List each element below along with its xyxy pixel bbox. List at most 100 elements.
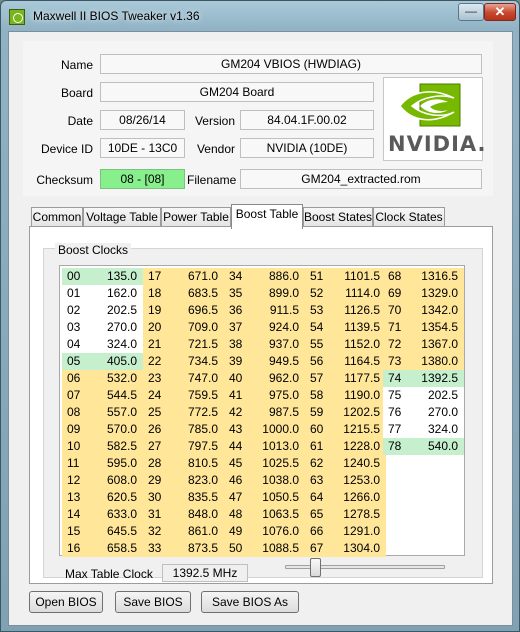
save-bios-as-button[interactable]: Save BIOS As (201, 591, 299, 613)
tab-boost-table[interactable]: Boost Table (231, 204, 303, 229)
boost-clock-value-cell[interactable]: 810.5 (170, 455, 224, 472)
boost-clock-value-cell[interactable]: 270.0 (410, 404, 464, 421)
boost-clock-value-cell[interactable]: 1139.5 (332, 319, 386, 336)
boost-clock-value-cell[interactable]: 924.0 (251, 319, 305, 336)
boost-clock-value-cell[interactable]: 886.0 (251, 268, 305, 285)
boost-clock-value-cell[interactable]: 671.0 (170, 268, 224, 285)
boost-index-cell: 39 (224, 353, 251, 370)
boost-clock-value-cell[interactable]: 683.5 (170, 285, 224, 302)
boost-clock-value-cell[interactable]: 772.5 (170, 404, 224, 421)
boost-clock-value-cell[interactable]: 582.5 (89, 438, 143, 455)
boost-index-cell: 24 (143, 387, 170, 404)
boost-clock-value-cell[interactable]: 975.0 (251, 387, 305, 404)
boost-clock-value-cell[interactable]: 848.0 (170, 506, 224, 523)
save-bios-button[interactable]: Save BIOS (115, 591, 191, 613)
boost-clock-value-cell[interactable]: 1101.5 (332, 268, 386, 285)
boost-clock-value-cell[interactable]: 595.0 (89, 455, 143, 472)
boost-clock-value-cell[interactable]: 1013.0 (251, 438, 305, 455)
boost-clock-value-cell[interactable]: 734.5 (170, 353, 224, 370)
boost-clock-value-cell[interactable]: 202.5 (410, 387, 464, 404)
boost-clock-value-cell[interactable]: 270.0 (89, 319, 143, 336)
minimize-button[interactable]: — (458, 3, 484, 21)
boost-clock-value-cell[interactable]: 962.0 (251, 370, 305, 387)
boost-clock-value-cell[interactable]: 1253.0 (332, 472, 386, 489)
boost-clock-value-cell[interactable]: 785.0 (170, 421, 224, 438)
boost-clock-value-cell[interactable]: 1177.5 (332, 370, 386, 387)
boost-clock-value-cell[interactable]: 873.5 (170, 540, 224, 557)
boost-clock-value-cell[interactable]: 1215.5 (332, 421, 386, 438)
boost-clock-grid[interactable]: 00 135.0 01 162.0 02 202.5 03 270.0 04 324.0 05 405… (59, 265, 465, 557)
boost-clock-value-cell[interactable]: 1164.5 (332, 353, 386, 370)
boost-clock-value-cell[interactable]: 1304.0 (332, 540, 386, 557)
boost-clock-value-cell[interactable]: 1038.0 (251, 472, 305, 489)
boost-clock-value-cell[interactable]: 1050.5 (251, 489, 305, 506)
boost-clock-value-cell[interactable]: 1240.5 (332, 455, 386, 472)
boost-index-cell: 31 (143, 506, 170, 523)
boost-clock-value-cell[interactable]: 324.0 (89, 336, 143, 353)
boost-clock-value-cell[interactable]: 405.0 (89, 353, 143, 370)
open-bios-button[interactable]: Open BIOS (29, 591, 103, 613)
tab-voltage-table[interactable]: Voltage Table (83, 207, 161, 228)
boost-clock-value-cell[interactable]: 759.5 (170, 387, 224, 404)
boost-clock-value-cell[interactable]: 1266.0 (332, 489, 386, 506)
boost-clock-value-cell[interactable]: 544.5 (89, 387, 143, 404)
close-button[interactable]: ✕ (484, 3, 516, 21)
boost-clock-value-cell[interactable]: 557.0 (89, 404, 143, 421)
boost-clock-value-cell[interactable]: 987.5 (251, 404, 305, 421)
boost-clock-value-cell[interactable]: 645.5 (89, 523, 143, 540)
boost-clock-value-cell[interactable]: 1000.0 (251, 421, 305, 438)
boost-clock-value-cell[interactable]: 911.5 (251, 302, 305, 319)
boost-clock-value-cell[interactable]: 1076.0 (251, 523, 305, 540)
tab-common[interactable]: Common (31, 207, 83, 228)
boost-clock-value-cell[interactable]: 1291.0 (332, 523, 386, 540)
boost-clock-value-cell[interactable]: 899.0 (251, 285, 305, 302)
boost-clock-value-cell[interactable]: 1126.5 (332, 302, 386, 319)
boost-clock-value-cell[interactable]: 608.0 (89, 472, 143, 489)
boost-clock-value-cell[interactable]: 1392.5 (410, 370, 464, 387)
boost-clock-value-cell[interactable]: 1329.0 (410, 285, 464, 302)
boost-clock-value-cell[interactable]: 532.0 (89, 370, 143, 387)
boost-clock-value-cell[interactable]: 1367.0 (410, 336, 464, 353)
boost-clock-value-cell[interactable]: 324.0 (410, 421, 464, 438)
boost-clock-value-cell[interactable]: 1202.5 (332, 404, 386, 421)
boost-clock-value-cell[interactable]: 937.0 (251, 336, 305, 353)
tab-power-table[interactable]: Power Table (161, 207, 231, 228)
boost-clock-value-cell[interactable]: 202.5 (89, 302, 143, 319)
boost-clock-value-cell[interactable]: 1088.5 (251, 540, 305, 557)
boost-clock-value-cell[interactable]: 1228.0 (332, 438, 386, 455)
boost-clock-value-cell[interactable]: 1316.5 (410, 268, 464, 285)
clock-slider-track[interactable] (285, 565, 445, 569)
boost-clock-value-cell[interactable]: 570.0 (89, 421, 143, 438)
boost-clock-value-cell[interactable]: 540.0 (410, 438, 464, 455)
filename-field: GM204_extracted.rom (240, 169, 482, 189)
boost-clock-value-cell[interactable]: 620.5 (89, 489, 143, 506)
boost-clock-value-cell[interactable]: 633.0 (89, 506, 143, 523)
boost-index-cell: 30 (143, 489, 170, 506)
boost-clock-value-cell[interactable]: 1342.0 (410, 302, 464, 319)
boost-clock-value-cell[interactable]: 1190.0 (332, 387, 386, 404)
boost-clock-value-cell[interactable]: 1354.5 (410, 319, 464, 336)
clock-slider-thumb[interactable] (310, 558, 322, 577)
boost-clock-value-cell[interactable]: 1114.0 (332, 285, 386, 302)
tab-boost-states[interactable]: Boost States (303, 207, 373, 228)
boost-clock-value-cell[interactable]: 709.0 (170, 319, 224, 336)
title-bar[interactable]: Maxwell II BIOS Tweaker v1.36 — ✕ (1, 1, 519, 31)
boost-clock-value-cell[interactable]: 658.5 (89, 540, 143, 557)
boost-clock-value-cell[interactable]: 162.0 (89, 285, 143, 302)
boost-clock-value-cell[interactable]: 1063.5 (251, 506, 305, 523)
boost-clock-value-cell[interactable]: 135.0 (89, 268, 143, 285)
boost-clock-value-cell[interactable]: 1380.0 (410, 353, 464, 370)
boost-clock-value-cell[interactable]: 1025.5 (251, 455, 305, 472)
boost-index-cell: 57 (305, 370, 332, 387)
boost-clock-value-cell[interactable]: 1278.5 (332, 506, 386, 523)
boost-clock-value-cell[interactable]: 861.0 (170, 523, 224, 540)
boost-clock-value-cell[interactable]: 949.5 (251, 353, 305, 370)
boost-clock-value-cell[interactable]: 823.0 (170, 472, 224, 489)
boost-clock-value-cell[interactable]: 747.0 (170, 370, 224, 387)
boost-clock-value-cell[interactable]: 696.5 (170, 302, 224, 319)
boost-clock-value-cell[interactable]: 797.5 (170, 438, 224, 455)
boost-clock-value-cell[interactable]: 835.5 (170, 489, 224, 506)
boost-clock-value-cell[interactable]: 721.5 (170, 336, 224, 353)
boost-clock-value-cell[interactable]: 1152.0 (332, 336, 386, 353)
tab-clock-states[interactable]: Clock States (373, 207, 445, 228)
